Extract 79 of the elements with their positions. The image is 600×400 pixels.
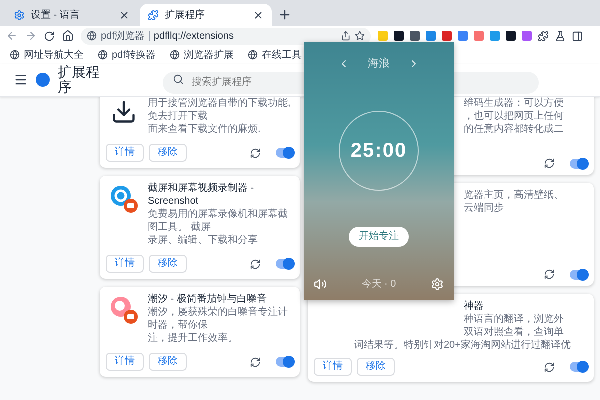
extension-description: 维码生成器：可以方便: [464, 97, 565, 110]
screenshot-logo-icon: [109, 184, 139, 214]
reload-icon[interactable]: [250, 258, 261, 270]
card-button[interactable]: 详情: [106, 144, 144, 162]
globe-icon: [248, 50, 258, 60]
reload-icon[interactable]: [544, 158, 555, 169]
toggle-switch[interactable]: [276, 259, 294, 269]
extension-title: 潮汐 - 极简番茄钟与白噪音: [148, 293, 268, 306]
reload-icon[interactable]: [250, 148, 261, 158]
extension-description: 的任意内容都转化成二: [464, 123, 565, 136]
home-icon[interactable]: [62, 30, 74, 42]
puzzle-icon: [148, 10, 159, 20]
extension-description: 面来查看下载文件的麻烦.: [148, 123, 262, 136]
url-text: pdfllq://extensions: [154, 30, 234, 44]
back-icon[interactable]: [6, 30, 18, 42]
extension-description: ，也可以把网页上任何: [464, 110, 565, 123]
extension-description: 录屏、编辑、下载和分享: [148, 234, 259, 247]
globe-icon: [10, 50, 20, 60]
bookmark-item[interactable]: pdf转换器: [98, 48, 156, 62]
globe-icon: [98, 50, 108, 60]
menu-icon[interactable]: [14, 73, 28, 87]
side-panel-icon[interactable]: [572, 30, 583, 42]
toggle-switch[interactable]: [570, 158, 588, 168]
extension-description: 种语言的翻译，浏览外: [464, 313, 565, 326]
extension-description: 注，提升工作效率。: [148, 332, 239, 345]
globe-icon: [87, 31, 97, 41]
close-icon[interactable]: [253, 10, 264, 20]
extension-title: 截屏和屏幕视频录制器 - Screenshot: [148, 182, 256, 208]
extension-description: 用于接管浏览器自带的下载功能,免去打开下载: [148, 97, 292, 123]
extension-description: 潮汐，屡获殊荣的白噪音专注计时器，帮你保: [148, 306, 289, 332]
new-tab-icon[interactable]: [278, 8, 292, 22]
settings-icon: [14, 10, 25, 20]
search-icon: [173, 74, 184, 85]
reload-icon[interactable]: [44, 30, 55, 42]
bookmark-item[interactable]: 在线工具: [248, 48, 302, 62]
extension-description: 双语对照查看，查询单: [464, 326, 565, 339]
download-icon: [111, 99, 137, 125]
toggle-switch[interactable]: [570, 270, 588, 280]
card-button[interactable]: 移除: [149, 144, 187, 162]
card-button[interactable]: 详情: [106, 255, 144, 273]
settings-icon[interactable]: [430, 278, 444, 291]
extension-title: 神器: [464, 300, 485, 313]
toggle-switch[interactable]: [276, 148, 294, 158]
flask-icon[interactable]: [555, 30, 566, 42]
card-button[interactable]: 移除: [149, 353, 187, 371]
browser-tab[interactable]: 扩展程序: [140, 4, 272, 26]
globe-icon: [170, 50, 180, 60]
tab-title: 设置 - 语言: [31, 8, 81, 22]
bookmark-item[interactable]: 网址导航大全: [10, 48, 84, 62]
puzzle-icon[interactable]: [538, 30, 549, 42]
extension-description: 免费易用的屏幕录像机和屏幕截图工具。 截屏: [148, 208, 289, 234]
page-title: 扩展程序: [58, 65, 101, 95]
card-button[interactable]: 详情: [314, 358, 352, 376]
card-button[interactable]: 详情: [106, 353, 144, 371]
extension-description: 览器主页，高清壁纸、: [464, 189, 565, 202]
bookmark-star-icon[interactable]: [355, 31, 365, 41]
toggle-switch[interactable]: [276, 357, 294, 367]
reload-icon[interactable]: [544, 269, 555, 280]
reload-icon[interactable]: [250, 356, 261, 368]
extension-description: 词结果等。特别针对20+家海淘网站进行过翻译优: [353, 339, 572, 352]
forward-icon[interactable]: [25, 30, 37, 42]
start-focus-button[interactable]: 开始专注: [349, 226, 409, 246]
tab-title: 扩展程序: [165, 8, 206, 22]
share-icon[interactable]: [341, 31, 351, 41]
card-button[interactable]: 移除: [357, 358, 395, 376]
volume-icon[interactable]: [314, 278, 327, 291]
close-icon[interactable]: [119, 10, 130, 20]
extension-description: 云端同步: [464, 202, 505, 215]
today-count: 今天 · 0: [362, 278, 396, 292]
card-button[interactable]: 移除: [149, 255, 187, 273]
reload-icon[interactable]: [544, 362, 555, 372]
site-label: pdf浏览器: [101, 30, 145, 44]
timer-display: 25:00: [350, 138, 408, 164]
tide-logo-icon: [109, 295, 139, 325]
toggle-switch[interactable]: [570, 362, 588, 372]
bookmark-item[interactable]: 浏览器扩展: [170, 48, 234, 62]
extensions-logo-icon: [36, 73, 50, 87]
sound-name: 海浪: [368, 56, 390, 72]
address-bar[interactable]: pdf浏览器 pdfllq://extensions: [81, 28, 371, 44]
